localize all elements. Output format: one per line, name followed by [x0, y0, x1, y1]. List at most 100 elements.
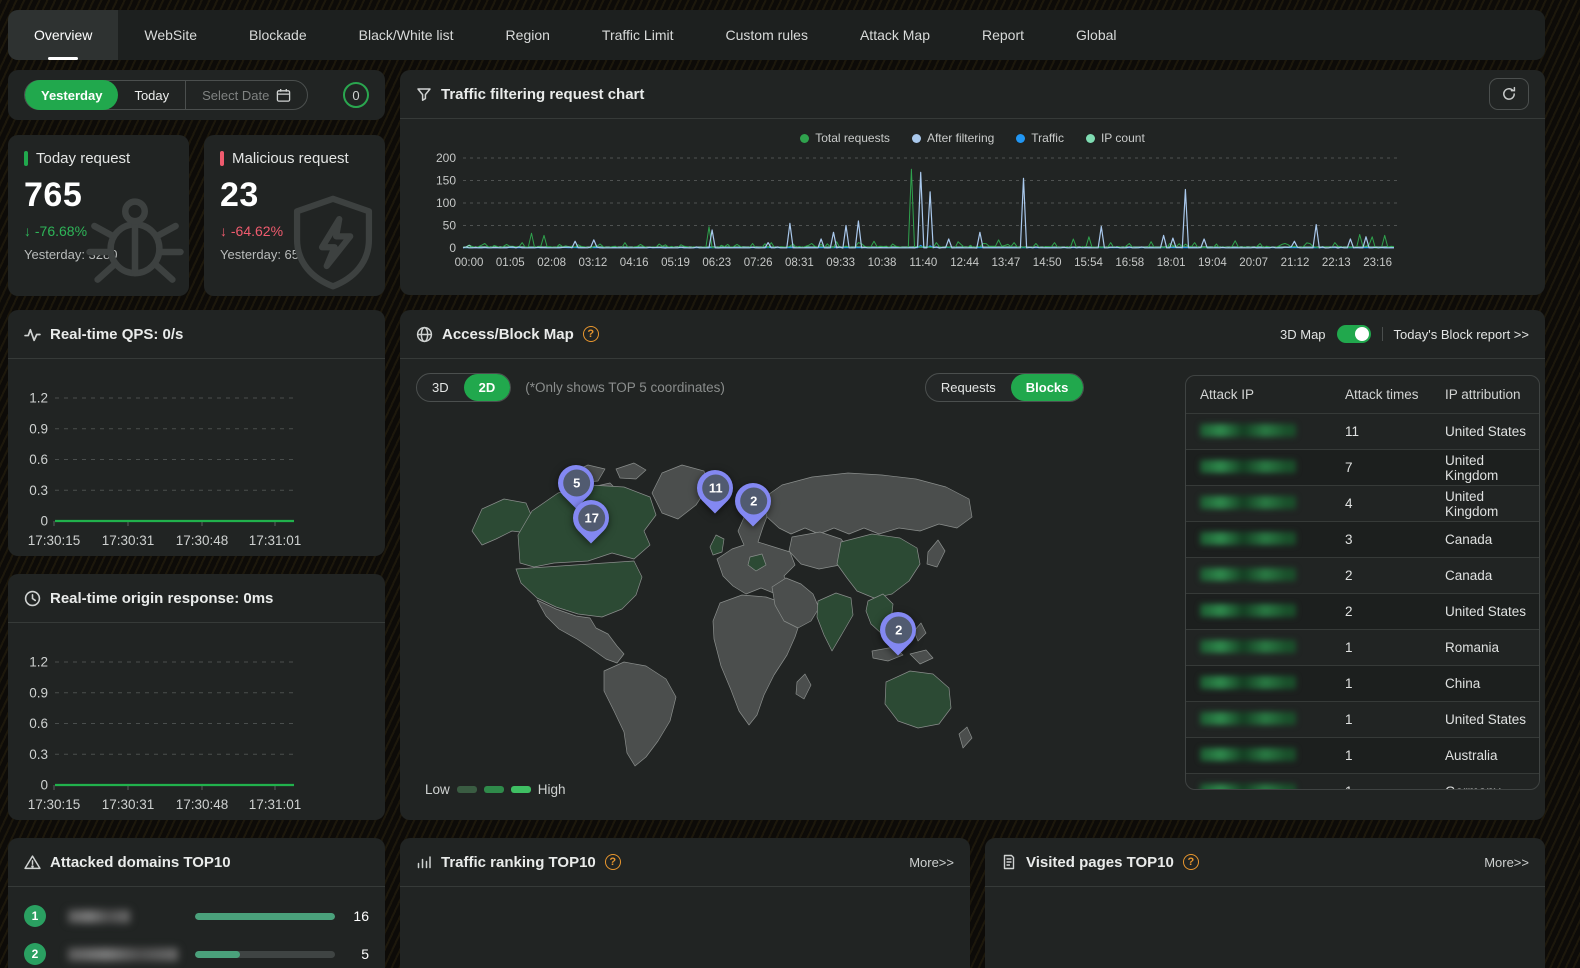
- nav-tab-report[interactable]: Report: [956, 10, 1050, 60]
- ip-attribution-cell: China: [1445, 676, 1539, 691]
- 3d-map-toggle[interactable]: [1337, 325, 1371, 343]
- attack-table-row[interactable]: 1Germany: [1186, 773, 1539, 790]
- svg-text:00:00: 00:00: [455, 257, 484, 269]
- legend-label: IP count: [1101, 131, 1145, 145]
- attack-table-header: Attack IPAttack timesIP attribution: [1186, 376, 1539, 413]
- map-pin-united-kingdom[interactable]: 11: [697, 470, 733, 506]
- attack-table-row[interactable]: 4United Kingdom: [1186, 485, 1539, 521]
- select-date-button[interactable]: Select Date: [185, 80, 307, 110]
- nav-tab-black-white-list[interactable]: Black/White list: [333, 10, 480, 60]
- redacted-ip-blur: [1200, 676, 1296, 689]
- help-icon[interactable]: [583, 326, 599, 342]
- attacked-domain-row[interactable]: 25: [24, 939, 369, 968]
- attack-times-cell: 1: [1345, 784, 1445, 790]
- legend-dot-icon: [1016, 134, 1025, 143]
- nav-tab-attack-map[interactable]: Attack Map: [834, 10, 956, 60]
- svg-text:17:30:31: 17:30:31: [102, 533, 155, 548]
- map-density-legend: Low High: [425, 782, 566, 797]
- map-pin-united-states[interactable]: 17: [573, 500, 609, 536]
- map-dim-3d[interactable]: 3D: [417, 374, 464, 401]
- nav-tab-global[interactable]: Global: [1050, 10, 1142, 60]
- svg-text:18:01: 18:01: [1157, 257, 1186, 269]
- nav-tab-website[interactable]: WebSite: [118, 10, 223, 60]
- svg-text:0.6: 0.6: [29, 716, 48, 731]
- svg-text:08:31: 08:31: [785, 257, 814, 269]
- attack-table-row[interactable]: 3Canada: [1186, 521, 1539, 557]
- legend-item-total-requests[interactable]: Total requests: [800, 131, 890, 145]
- access-block-map-panel: Access/Block Map 3D Map Today's Block re…: [400, 310, 1545, 820]
- map-pins-layer: 5171122: [420, 435, 980, 775]
- map-dim-2d[interactable]: 2D: [464, 374, 511, 401]
- today-button[interactable]: Today: [118, 80, 185, 110]
- yesterday-button[interactable]: Yesterday: [25, 80, 118, 110]
- block-report-link[interactable]: Today's Block report >>: [1394, 327, 1529, 342]
- attack-table-row[interactable]: 1United States: [1186, 701, 1539, 737]
- legend-item-ip-count[interactable]: IP count: [1086, 131, 1145, 145]
- redacted-ip-blur: [1200, 424, 1296, 437]
- date-filter-panel: Yesterday Today Select Date 0: [8, 70, 385, 120]
- pin-body: 2: [728, 476, 779, 527]
- malicious-request-card: Malicious request 23 ↓ -64.62% Yesterday…: [204, 135, 385, 296]
- chart-legend: Total requests After filtering Traffic IP c…: [400, 131, 1545, 145]
- panel-title: Attacked domains TOP10: [50, 854, 231, 871]
- date-range-group: Yesterday Today Select Date: [24, 80, 308, 110]
- attack-table-row[interactable]: 2United States: [1186, 593, 1539, 629]
- map-dimension-switch: 3D2D: [416, 373, 511, 402]
- svg-text:1.2: 1.2: [29, 391, 48, 406]
- attack-table-row[interactable]: 2Canada: [1186, 557, 1539, 593]
- visited-pages-more-link[interactable]: More>>: [1484, 855, 1529, 870]
- ip-attribution-cell: Australia: [1445, 748, 1539, 763]
- svg-text:17:30:48: 17:30:48: [176, 533, 229, 548]
- attacked-domain-row[interactable]: 116: [24, 901, 369, 931]
- svg-text:0.6: 0.6: [29, 452, 48, 467]
- select-date-label: Select Date: [202, 88, 269, 103]
- divider: [1382, 327, 1383, 341]
- nav-tab-custom-rules[interactable]: Custom rules: [700, 10, 834, 60]
- nav-tab-region[interactable]: Region: [480, 10, 576, 60]
- attack-table-row[interactable]: 1Australia: [1186, 737, 1539, 773]
- domain-attack-bar-fill: [195, 913, 335, 920]
- delta-value: -64.62%: [231, 223, 283, 239]
- down-arrow-icon: ↓: [220, 223, 227, 239]
- qps-chart-plot: 1.20.90.60.3017:30:1517:30:3117:30:4817:…: [8, 365, 385, 553]
- domain-attack-count: 5: [335, 946, 369, 962]
- domain-attack-bar: [195, 951, 335, 958]
- refresh-button[interactable]: [1489, 78, 1529, 110]
- svg-text:0.3: 0.3: [29, 747, 48, 762]
- card-header: Today request: [24, 150, 173, 167]
- map-mode-blocks[interactable]: Blocks: [1011, 374, 1084, 401]
- attack-table-row[interactable]: 11United States: [1186, 413, 1539, 449]
- nav-tab-traffic-limit[interactable]: Traffic Limit: [576, 10, 700, 60]
- map-pin-australia[interactable]: 2: [880, 612, 916, 648]
- ip-attribution-cell: United States: [1445, 604, 1539, 619]
- attack-ip-cell: [1200, 424, 1345, 440]
- nav-tab-overview[interactable]: Overview: [8, 10, 118, 60]
- map-pin-canada[interactable]: 5: [558, 465, 594, 501]
- redacted-ip-blur: [1200, 604, 1296, 617]
- map-pin-eastern-europe[interactable]: 2: [735, 483, 771, 519]
- today-request-card: Today request 765 ↓ -76.68% Yesterday: 3…: [8, 135, 189, 296]
- map-mode-requests[interactable]: Requests: [926, 374, 1011, 401]
- help-icon[interactable]: [1183, 854, 1199, 870]
- svg-text:17:30:31: 17:30:31: [102, 797, 155, 812]
- redacted-ip-blur: [1200, 784, 1296, 791]
- svg-text:07:26: 07:26: [744, 257, 773, 269]
- legend-item-after-filtering[interactable]: After filtering: [912, 131, 994, 145]
- ip-attribution-cell: Canada: [1445, 532, 1539, 547]
- attack-table-row[interactable]: 1China: [1186, 665, 1539, 701]
- svg-text:22:13: 22:13: [1322, 257, 1351, 269]
- traffic-ranking-more-link[interactable]: More>>: [909, 855, 954, 870]
- accent-bar: [220, 151, 224, 166]
- attack-table-row[interactable]: 1Romania: [1186, 629, 1539, 665]
- ip-attribution-cell: United Kingdom: [1445, 453, 1539, 483]
- legend-item-traffic[interactable]: Traffic: [1016, 131, 1064, 145]
- redacted-ip-blur: [1200, 496, 1296, 509]
- attack-times-cell: 11: [1345, 424, 1445, 439]
- attack-table-row[interactable]: 7United Kingdom: [1186, 449, 1539, 485]
- attack-ip-cell: [1200, 568, 1345, 584]
- ip-attribution-cell: United Kingdom: [1445, 489, 1539, 519]
- help-icon[interactable]: [605, 854, 621, 870]
- nav-tab-blockade[interactable]: Blockade: [223, 10, 333, 60]
- map-toggle-label: 3D Map: [1280, 327, 1326, 342]
- svg-text:04:16: 04:16: [620, 257, 649, 269]
